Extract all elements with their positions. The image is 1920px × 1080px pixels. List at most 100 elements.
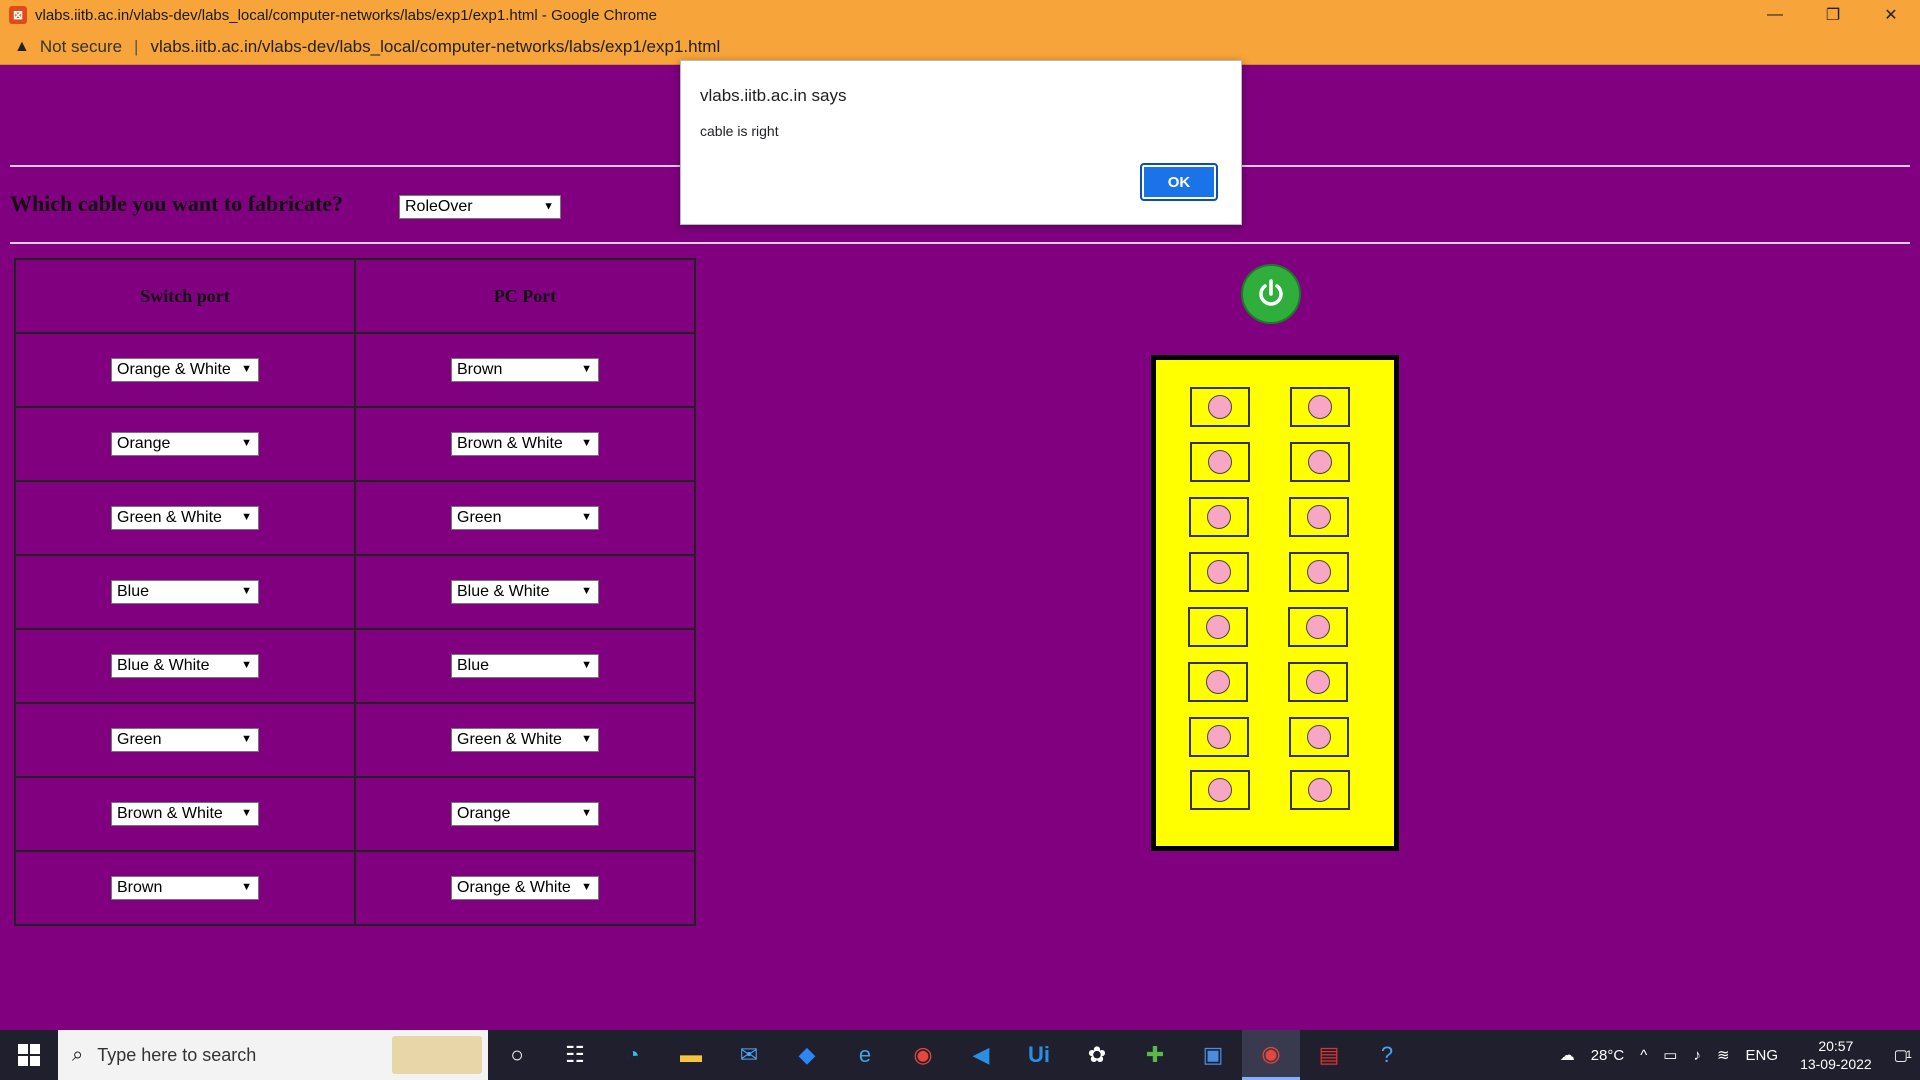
wifi-icon[interactable]: ≋ — [1717, 1046, 1730, 1064]
window-controls: — ❐ ✕ — [1746, 0, 1920, 30]
app-icon[interactable]: ▤ — [1300, 1030, 1358, 1080]
app-icon[interactable]: ✿ — [1068, 1030, 1126, 1080]
chrome-icon[interactable]: ◉ — [894, 1030, 952, 1080]
pin-slot[interactable] — [1188, 607, 1248, 647]
minimize-button[interactable]: — — [1746, 0, 1804, 30]
connector-board — [1151, 355, 1399, 851]
power-button[interactable] — [1241, 264, 1301, 324]
weather-icon[interactable]: ☁ — [1560, 1046, 1575, 1064]
battery-icon[interactable]: ▭ — [1663, 1046, 1677, 1064]
chevron-down-icon: ▼ — [241, 584, 252, 597]
url-text[interactable]: vlabs.iitb.ac.in/vlabs-dev/labs_local/co… — [150, 37, 720, 57]
warning-icon[interactable]: ▲ — [14, 38, 30, 56]
chevron-down-icon: ▼ — [241, 732, 252, 745]
chrome-profile-icon[interactable]: ◉ — [1242, 1030, 1300, 1080]
chevron-down-icon: ▼ — [581, 658, 592, 671]
volume-icon[interactable]: ♪ — [1693, 1047, 1701, 1064]
file-explorer-icon[interactable]: ▬ — [662, 1030, 720, 1080]
weather-temp[interactable]: 28°C — [1591, 1047, 1625, 1064]
pin-slot[interactable] — [1290, 770, 1350, 810]
table-row: Blue & White ▼ Blue ▼ — [14, 628, 696, 704]
chevron-down-icon: ▼ — [581, 584, 592, 597]
pc-port-select-6[interactable]: Green & White ▼ — [451, 728, 599, 752]
pc-port-select-4[interactable]: Blue & White ▼ — [451, 580, 599, 604]
pin-slot[interactable] — [1189, 552, 1249, 592]
pin-slot[interactable] — [1289, 497, 1349, 537]
select-value: Green & White — [457, 731, 562, 748]
switch-port-select-2[interactable]: Orange ▼ — [111, 432, 259, 456]
pin-dot — [1306, 615, 1330, 639]
dropbox-icon[interactable]: ◆ — [778, 1030, 836, 1080]
select-value: Blue & White — [117, 657, 210, 674]
table-row: Green & White ▼ Green ▼ — [14, 480, 696, 556]
security-label[interactable]: Not secure — [40, 37, 122, 57]
app-icon[interactable]: ✚ — [1126, 1030, 1184, 1080]
search-icon: ⌕ — [72, 1043, 84, 1066]
pin-dot — [1207, 505, 1231, 529]
pin-slot[interactable] — [1190, 387, 1250, 427]
close-button[interactable]: ✕ — [1862, 0, 1920, 30]
chevron-up-icon[interactable]: ^ — [1640, 1047, 1647, 1064]
dialog-title: vlabs.iitb.ac.in says — [700, 86, 847, 105]
pin-dot — [1208, 778, 1232, 802]
pin-slot[interactable] — [1290, 442, 1350, 482]
app-icon[interactable]: ▣ — [1184, 1030, 1242, 1080]
switch-port-select-3[interactable]: Green & White ▼ — [111, 506, 259, 530]
switch-port-select-7[interactable]: Brown & White ▼ — [111, 802, 259, 826]
pin-slot[interactable] — [1188, 662, 1248, 702]
cable-type-value: RoleOver — [405, 198, 473, 215]
vscode-icon[interactable]: ◀ — [952, 1030, 1010, 1080]
language-indicator[interactable]: ENG — [1746, 1047, 1779, 1064]
taskbar-search[interactable]: ⌕ Type here to search — [58, 1030, 488, 1080]
select-value: Green — [117, 731, 162, 748]
window-title: vlabs.iitb.ac.in/vlabs-dev/labs_local/co… — [35, 6, 657, 24]
help-icon[interactable]: ? — [1358, 1030, 1416, 1080]
uipath-icon[interactable]: Ui — [1010, 1030, 1068, 1080]
mail-icon[interactable]: ✉ — [720, 1030, 778, 1080]
switch-port-select-4[interactable]: Blue ▼ — [111, 580, 259, 604]
chevron-down-icon: ▼ — [241, 436, 252, 449]
ok-button[interactable]: OK — [1140, 163, 1218, 201]
switch-port-select-1[interactable]: Orange & White ▼ — [111, 358, 259, 382]
switch-port-select-6[interactable]: Green ▼ — [111, 728, 259, 752]
edge-icon[interactable]: ◔ — [604, 1030, 662, 1080]
pin-dot — [1307, 560, 1331, 584]
pin-dot — [1307, 505, 1331, 529]
table-row: Orange & White ▼ Brown ▼ — [14, 332, 696, 408]
table-row: Orange ▼ Brown & White ▼ — [14, 406, 696, 482]
pin-slot[interactable] — [1288, 662, 1348, 702]
restore-button[interactable]: ❐ — [1804, 0, 1862, 30]
pin-slot[interactable] — [1289, 717, 1349, 757]
chevron-down-icon: ▼ — [241, 880, 252, 893]
pc-port-select-8[interactable]: Orange & White ▼ — [451, 876, 599, 900]
select-value: Blue — [117, 583, 150, 600]
pc-port-select-7[interactable]: Orange ▼ — [451, 802, 599, 826]
pin-slot[interactable] — [1288, 607, 1348, 647]
clock[interactable]: 20:57 13-09-2022 — [1800, 1037, 1872, 1073]
chevron-down-icon: ▼ — [241, 806, 252, 819]
pin-slot[interactable] — [1189, 497, 1249, 537]
pin-slot[interactable] — [1289, 552, 1349, 592]
cable-type-select[interactable]: RoleOver ▼ — [399, 195, 561, 219]
pin-dot — [1208, 450, 1232, 474]
time: 20:57 — [1818, 1038, 1854, 1054]
start-button[interactable] — [0, 1030, 58, 1080]
pc-port-select-2[interactable]: Brown & White ▼ — [451, 432, 599, 456]
pin-slot[interactable] — [1189, 717, 1249, 757]
pc-port-select-5[interactable]: Blue ▼ — [451, 654, 599, 678]
cortana-icon[interactable]: ○ — [488, 1030, 546, 1080]
chevron-down-icon: ▼ — [581, 732, 592, 745]
pin-slot[interactable] — [1190, 770, 1250, 810]
dialog-message: cable is right — [700, 123, 779, 139]
pin-dot — [1208, 395, 1232, 419]
pin-slot[interactable] — [1190, 442, 1250, 482]
pin-slot[interactable] — [1290, 387, 1350, 427]
task-view-icon[interactable]: ☷ — [546, 1030, 604, 1080]
switch-port-select-5[interactable]: Blue & White ▼ — [111, 654, 259, 678]
pc-port-select-3[interactable]: Green ▼ — [451, 506, 599, 530]
pc-port-select-1[interactable]: Brown ▼ — [451, 358, 599, 382]
pin-dot — [1308, 450, 1332, 474]
switch-port-select-8[interactable]: Brown ▼ — [111, 876, 259, 900]
notification-count: 1 — [1905, 1049, 1912, 1061]
internet-explorer-icon[interactable]: e — [836, 1030, 894, 1080]
